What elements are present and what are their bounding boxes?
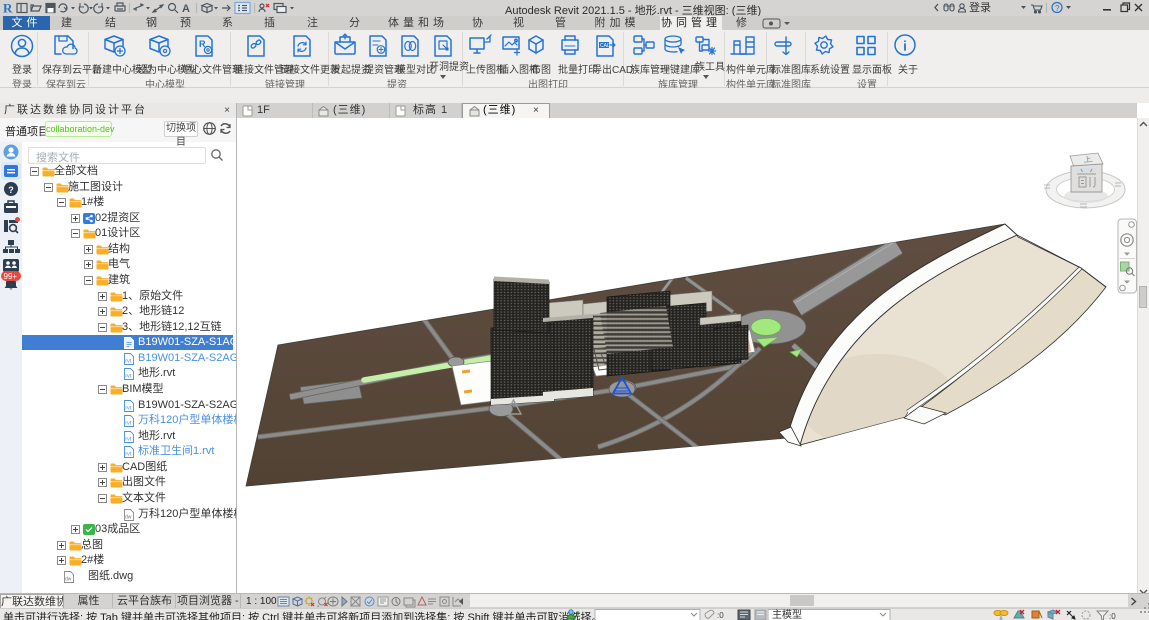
svg-text:rvt: rvt bbox=[125, 374, 132, 380]
svg-text::0: :0 bbox=[1109, 612, 1116, 620]
svg-text:dw: dw bbox=[125, 515, 132, 521]
svg-text:rvt: rvt bbox=[125, 406, 132, 412]
svg-text:A: A bbox=[182, 3, 190, 15]
svg-text:rvt: rvt bbox=[125, 452, 132, 458]
svg-text:rvt: rvt bbox=[125, 421, 132, 427]
svg-text:CAD: CAD bbox=[600, 43, 611, 49]
svg-text:主模型: 主模型 bbox=[772, 609, 802, 620]
svg-text:rvt: rvt bbox=[125, 437, 132, 443]
svg-text:登录: 登录 bbox=[969, 0, 991, 14]
svg-text::0: :0 bbox=[717, 611, 724, 620]
svg-text:?: ? bbox=[1055, 4, 1060, 13]
svg-text:?: ? bbox=[8, 185, 14, 195]
svg-text:R: R bbox=[3, 1, 13, 15]
svg-text:rvt: rvt bbox=[125, 359, 132, 365]
svg-text:99+: 99+ bbox=[4, 272, 18, 281]
svg-text:dw: dw bbox=[65, 577, 72, 583]
